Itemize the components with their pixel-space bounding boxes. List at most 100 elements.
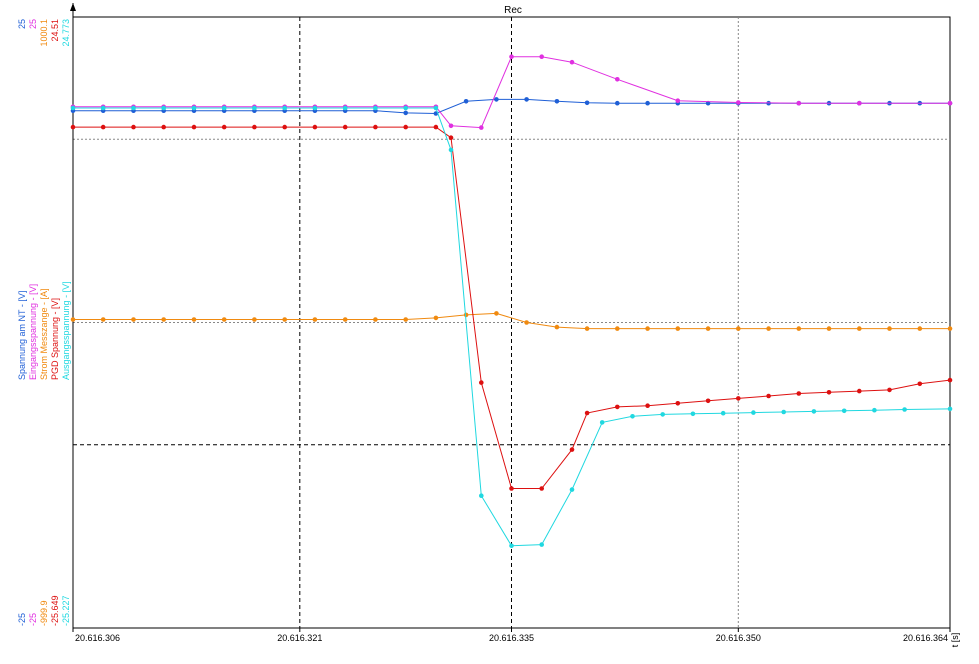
data-point: [342, 317, 348, 322]
data-point: [161, 317, 166, 322]
data-point: [403, 110, 409, 116]
data-point: [615, 326, 620, 331]
y-axis-max-label: 24.51: [50, 19, 60, 42]
data-point: [282, 317, 288, 322]
data-point: [569, 487, 575, 492]
y-axis-min-label: -25.649: [50, 595, 60, 626]
data-point: [479, 125, 484, 130]
data-point: [569, 59, 575, 65]
data-point: [947, 377, 953, 383]
data-point: [887, 326, 892, 331]
y-axis-min-label: -25: [28, 613, 38, 626]
data-point: [826, 390, 832, 395]
data-point: [857, 388, 862, 394]
data-point: [645, 326, 650, 331]
data-point: [690, 411, 696, 417]
data-point: [282, 105, 288, 111]
data-point: [373, 317, 378, 322]
data-point: [131, 105, 136, 111]
data-point: [857, 326, 862, 331]
data-point: [766, 393, 771, 399]
data-point: [947, 406, 953, 412]
data-point: [403, 317, 409, 322]
data-point: [191, 105, 197, 111]
data-point: [857, 100, 862, 106]
data-point: [660, 412, 665, 417]
data-point: [191, 124, 197, 130]
data-point: [70, 317, 76, 322]
data-point: [554, 99, 560, 104]
data-point: [221, 105, 227, 111]
data-point: [917, 381, 923, 387]
data-point: [796, 326, 802, 331]
data-point: [539, 54, 544, 59]
data-point: [645, 403, 650, 409]
y-axis-arrow: [70, 3, 76, 11]
legend-entry: PGD Spannung - [V]: [50, 298, 60, 380]
data-point: [736, 396, 741, 401]
data-point: [252, 105, 257, 111]
legend: Spannung am NT - [V] Eingangsspannung - […: [17, 281, 71, 380]
y-axis-min-label: -25: [17, 613, 27, 626]
legend-entry: Spannung am NT - [V]: [17, 291, 27, 380]
data-point: [584, 326, 590, 331]
data-point: [70, 124, 76, 130]
data-point: [736, 100, 741, 105]
data-point: [630, 414, 635, 419]
data-point: [599, 420, 605, 425]
data-point: [917, 326, 923, 331]
data-point: [736, 326, 741, 331]
data-point: [100, 105, 106, 111]
data-point: [751, 410, 756, 415]
data-point: [479, 380, 484, 385]
chart-title: Rec: [504, 5, 522, 16]
x-tick-label: 20.616.306: [75, 633, 120, 643]
data-point: [70, 105, 76, 111]
data-point: [100, 124, 106, 130]
chart: 25 -25 25 -25 1000.1 -999.9 24.51 -25.649 24.773…: [17, 3, 960, 647]
data-point: [433, 315, 439, 321]
data-point: [645, 100, 650, 106]
y-axis-min-label: -999.9: [39, 600, 49, 626]
data-point: [191, 317, 197, 322]
data-point: [675, 401, 681, 406]
y-axis-max-label: 24.773: [61, 19, 71, 47]
data-point: [403, 124, 409, 130]
data-point: [373, 124, 378, 130]
data-point: [826, 326, 832, 331]
data-point: [539, 542, 544, 547]
x-tick-label: 20.616.321: [277, 633, 322, 643]
data-point: [252, 124, 257, 130]
data-point: [131, 124, 136, 130]
data-point: [524, 97, 529, 102]
y-axis-max-label: 25: [17, 19, 27, 29]
data-point: [312, 124, 318, 130]
data-point: [887, 387, 892, 393]
data-point: [947, 326, 953, 331]
data-point: [479, 493, 484, 499]
data-point: [584, 100, 590, 106]
data-point: [584, 410, 590, 416]
y-axis-max-label: 1000.1: [39, 19, 49, 47]
legend-entry: Strom Messzange - [A]: [39, 288, 49, 380]
data-point: [509, 486, 514, 491]
data-point: [509, 54, 514, 59]
data-point: [448, 123, 454, 129]
data-point: [433, 105, 439, 111]
legend-entry: Ausgangsspannung - [V]: [61, 281, 71, 380]
data-point: [221, 124, 227, 130]
data-point: [312, 105, 318, 111]
data-point: [539, 486, 544, 491]
data-point: [161, 124, 166, 130]
x-tick-label: 20.616.364: [903, 633, 948, 643]
data-point: [342, 124, 348, 130]
data-point: [373, 105, 378, 111]
data-point: [448, 147, 454, 153]
data-point: [615, 100, 620, 106]
y-axis-max-label: 25: [28, 19, 38, 29]
legend-entry: Eingangsspannung - [V]: [28, 284, 38, 380]
data-point: [615, 77, 620, 82]
data-point: [509, 543, 514, 549]
x-ticks: 20.616.306 20.616.321 20.616.335 20.616.350…: [72, 628, 951, 643]
data-point: [494, 311, 499, 316]
